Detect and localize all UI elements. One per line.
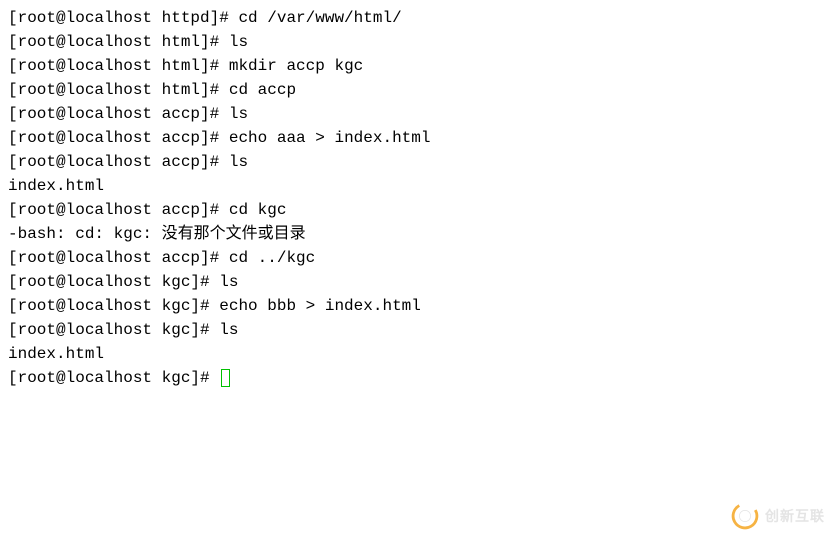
shell-command: echo aaa > index.html <box>229 129 431 147</box>
shell-prompt: [root@localhost httpd]# <box>8 9 238 27</box>
terminal-command-line: [root@localhost accp]# echo aaa > index.… <box>8 126 827 150</box>
watermark: 创新互联 <box>731 502 825 530</box>
shell-prompt: [root@localhost accp]# <box>8 201 229 219</box>
terminal-command-line: [root@localhost accp]# cd ../kgc <box>8 246 827 270</box>
shell-command: mkdir accp kgc <box>229 57 363 75</box>
terminal-command-line: [root@localhost httpd]# cd /var/www/html… <box>8 6 827 30</box>
watermark-icon <box>731 502 759 530</box>
shell-prompt: [root@localhost accp]# <box>8 129 229 147</box>
shell-command: ls <box>229 153 248 171</box>
shell-command: ls <box>219 321 238 339</box>
cursor-icon <box>221 369 230 387</box>
shell-prompt: [root@localhost kgc]# <box>8 297 219 315</box>
shell-command: ls <box>229 33 248 51</box>
shell-command: cd ../kgc <box>229 249 315 267</box>
shell-prompt: [root@localhost html]# <box>8 57 229 75</box>
shell-command: echo bbb > index.html <box>219 297 421 315</box>
shell-prompt: [root@localhost kgc]# <box>8 321 219 339</box>
terminal-output[interactable]: [root@localhost httpd]# cd /var/www/html… <box>8 6 827 390</box>
terminal-command-line: [root@localhost html]# mkdir accp kgc <box>8 54 827 78</box>
terminal-command-line: [root@localhost html]# cd accp <box>8 78 827 102</box>
shell-command: cd /var/www/html/ <box>238 9 401 27</box>
shell-prompt: [root@localhost accp]# <box>8 105 229 123</box>
terminal-command-line: [root@localhost accp]# cd kgc <box>8 198 827 222</box>
shell-command: cd accp <box>229 81 296 99</box>
terminal-output-line: index.html <box>8 174 827 198</box>
watermark-text: 创新互联 <box>765 506 825 527</box>
terminal-command-line: [root@localhost kgc]# ls <box>8 270 827 294</box>
shell-prompt: [root@localhost html]# <box>8 81 229 99</box>
shell-command: ls <box>229 105 248 123</box>
shell-command: cd kgc <box>229 201 287 219</box>
terminal-command-line: [root@localhost accp]# ls <box>8 102 827 126</box>
shell-command: ls <box>219 273 238 291</box>
shell-prompt: [root@localhost kgc]# <box>8 369 219 387</box>
terminal-command-line: [root@localhost html]# ls <box>8 30 827 54</box>
terminal-output-line: index.html <box>8 342 827 366</box>
shell-prompt: [root@localhost accp]# <box>8 249 229 267</box>
terminal-command-line: [root@localhost kgc]# ls <box>8 318 827 342</box>
terminal-command-line: [root@localhost kgc]# <box>8 366 827 390</box>
terminal-command-line: [root@localhost kgc]# echo bbb > index.h… <box>8 294 827 318</box>
shell-prompt: [root@localhost accp]# <box>8 153 229 171</box>
terminal-command-line: [root@localhost accp]# ls <box>8 150 827 174</box>
shell-prompt: [root@localhost kgc]# <box>8 273 219 291</box>
shell-prompt: [root@localhost html]# <box>8 33 229 51</box>
terminal-output-line: -bash: cd: kgc: 没有那个文件或目录 <box>8 222 827 246</box>
